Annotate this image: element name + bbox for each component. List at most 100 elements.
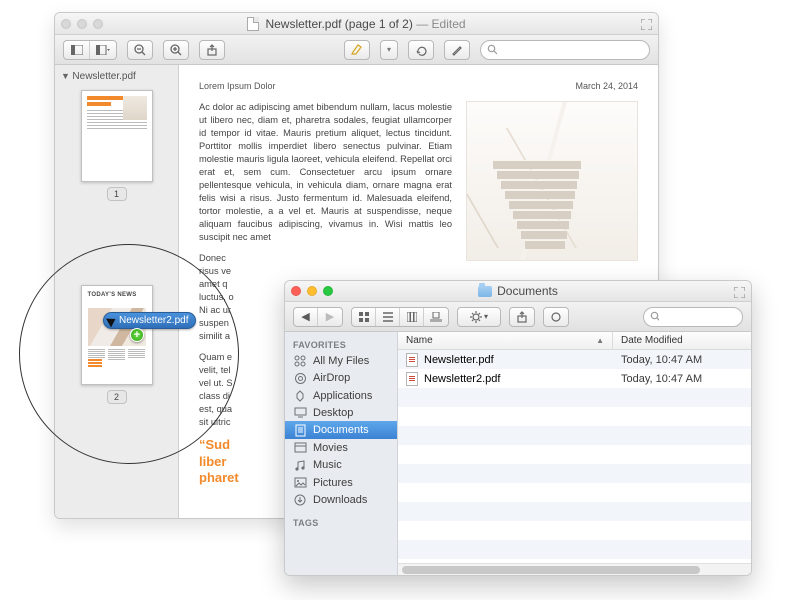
preview-search-input[interactable]	[501, 44, 643, 56]
highlight-dropdown-button[interactable]: ▾	[380, 40, 398, 60]
chevron-down-icon: ▾	[484, 312, 488, 321]
icon-view-button[interactable]	[352, 308, 376, 326]
window-title: Newsletter.pdf (page 1 of 2)	[265, 17, 412, 31]
sidebar-item-label: Music	[313, 459, 342, 471]
zoom-out-button[interactable]	[127, 40, 153, 60]
sidebar-doc-name[interactable]: Newsletter.pdf	[55, 69, 178, 86]
fullscreen-button[interactable]	[638, 16, 654, 32]
gear-icon	[470, 311, 482, 323]
movies-icon	[293, 442, 307, 453]
finder-close-button[interactable]	[291, 286, 301, 296]
tags-header: TAGS	[285, 514, 397, 530]
sidebar-item-all[interactable]: All My Files	[285, 352, 397, 369]
file-date: Today, 10:47 AM	[613, 354, 751, 366]
empty-row	[398, 426, 751, 445]
sidebar-item-label: Downloads	[313, 494, 367, 506]
scrollbar-thumb[interactable]	[402, 566, 700, 574]
list-view-button[interactable]	[376, 308, 400, 326]
sidebar-item-desktop[interactable]: Desktop	[285, 404, 397, 421]
finder-minimize-button[interactable]	[307, 286, 317, 296]
preview-search-field[interactable]	[480, 40, 650, 60]
share-button[interactable]	[199, 40, 225, 60]
finder-search-field[interactable]	[643, 307, 743, 327]
empty-row	[398, 388, 751, 407]
sidebar-view-button[interactable]	[64, 41, 90, 59]
close-window-button[interactable]	[61, 19, 71, 29]
markup-toolbar-button[interactable]	[444, 40, 470, 60]
drag-add-indicator: +	[130, 328, 144, 342]
sidebar-item-label: All My Files	[313, 355, 369, 367]
pdf-icon	[406, 372, 418, 386]
name-column-header[interactable]: Name▲	[398, 332, 613, 349]
sidebar-item-apps[interactable]: Applications	[285, 387, 397, 404]
sidebar-item-music[interactable]: Music	[285, 456, 397, 474]
pictures-icon	[293, 477, 307, 488]
file-date: Today, 10:47 AM	[613, 373, 751, 385]
sidebar-item-label: Desktop	[313, 407, 353, 419]
apps-icon	[293, 390, 307, 402]
view-mode-segment	[63, 40, 117, 60]
sidebar-item-movies[interactable]: Movies	[285, 439, 397, 456]
cursor-icon	[106, 314, 118, 327]
window-controls	[61, 19, 103, 29]
coverflow-view-button[interactable]	[424, 308, 448, 326]
music-icon	[293, 459, 307, 472]
finder-title: Documents	[497, 284, 558, 298]
column-view-button[interactable]	[400, 308, 424, 326]
search-icon	[487, 44, 497, 55]
finder-search-input[interactable]	[663, 311, 736, 323]
sidebar-dropdown-button[interactable]	[90, 41, 116, 59]
page-1-thumbnail[interactable]	[81, 90, 153, 182]
finder-zoom-button[interactable]	[323, 286, 333, 296]
finder-nav-segment: ◀ ▶	[293, 307, 343, 327]
file-row[interactable]: Newsletter.pdfToday, 10:47 AM	[398, 350, 751, 369]
sidebar-item-downloads[interactable]: Downloads	[285, 491, 397, 508]
downloads-icon	[293, 494, 307, 506]
sidebar-item-label: AirDrop	[313, 372, 350, 384]
minimize-window-button[interactable]	[77, 19, 87, 29]
horizontal-scrollbar[interactable]	[398, 563, 751, 575]
finder-share-button[interactable]	[509, 307, 535, 327]
empty-row	[398, 483, 751, 502]
empty-row	[398, 540, 751, 559]
rotate-button[interactable]	[408, 40, 434, 60]
drag-file-badge: Newsletter2.pdf	[103, 312, 196, 329]
window-title-edited: — Edited	[413, 17, 466, 31]
tags-button[interactable]	[543, 307, 569, 327]
doc-hero-image	[466, 101, 638, 261]
sidebar-item-label: Documents	[313, 424, 369, 436]
pdf-document-icon	[247, 17, 259, 31]
zoom-window-button[interactable]	[93, 19, 103, 29]
empty-row	[398, 445, 751, 464]
preview-titlebar: Newsletter.pdf (page 1 of 2) — Edited	[55, 13, 658, 35]
thumbnails-sidebar: Newsletter.pdf 1 TODAY'S NEWS 2	[55, 65, 179, 518]
list-header: Name▲ Date Modified	[398, 332, 751, 350]
doc-header-date: March 24, 2014	[575, 81, 638, 91]
drag-file-label: Newsletter2.pdf	[119, 315, 188, 326]
desktop-icon	[293, 407, 307, 418]
finder-fullscreen-button[interactable]	[731, 284, 747, 300]
highlight-tool-button[interactable]	[344, 40, 370, 60]
sidebar-item-airdrop[interactable]: AirDrop	[285, 369, 397, 387]
sidebar-item-pictures[interactable]: Pictures	[285, 474, 397, 491]
sidebar-item-label: Pictures	[313, 477, 353, 489]
folder-icon	[478, 286, 492, 297]
action-menu-button[interactable]: ▾	[457, 307, 501, 327]
all-icon	[293, 355, 307, 367]
empty-row	[398, 407, 751, 426]
date-column-header[interactable]: Date Modified	[613, 332, 751, 349]
finder-file-list: Name▲ Date Modified Newsletter.pdfToday,…	[398, 332, 751, 575]
back-button[interactable]: ◀	[294, 308, 318, 326]
finder-sidebar: FAVORITES All My FilesAirDropApplication…	[285, 332, 398, 575]
finder-view-segment	[351, 307, 449, 327]
empty-row	[398, 464, 751, 483]
forward-button[interactable]: ▶	[318, 308, 342, 326]
docs-icon	[293, 424, 307, 437]
finder-window: Documents ◀ ▶ ▾	[284, 280, 752, 576]
sidebar-item-docs[interactable]: Documents	[285, 421, 397, 439]
preview-toolbar: ▾	[55, 35, 658, 65]
empty-row	[398, 521, 751, 540]
zoom-in-button[interactable]	[163, 40, 189, 60]
file-row[interactable]: Newsletter2.pdfToday, 10:47 AM	[398, 369, 751, 388]
sidebar-item-label: Applications	[313, 390, 372, 402]
